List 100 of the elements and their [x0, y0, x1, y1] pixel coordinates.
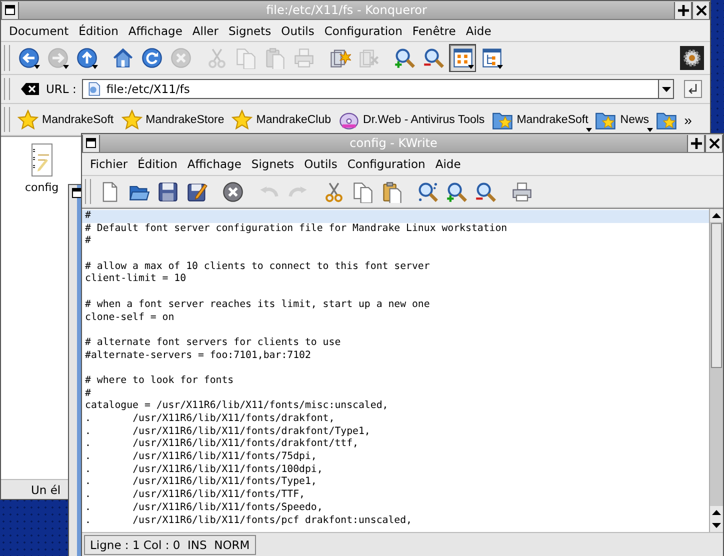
- code-line: . /usr/X11R6/lib/X11/fonts/pcf drakfont:unscaled,: [85, 514, 412, 526]
- window-menu-icon: [86, 138, 96, 148]
- more-bookmarks-button[interactable]: »: [682, 112, 694, 128]
- reload-icon: [140, 47, 162, 69]
- scissors-icon: [322, 180, 344, 202]
- up-arrow-icon[interactable]: [712, 213, 721, 218]
- code-line: # where to look for fonts: [85, 374, 234, 386]
- copy-icon: [234, 47, 256, 69]
- pages-cross-icon: [358, 47, 380, 69]
- url-label: URL :: [46, 82, 76, 96]
- clear-field-icon[interactable]: [20, 82, 40, 96]
- zoom-out-icon: [422, 47, 444, 69]
- scroll-thumb[interactable]: [711, 223, 722, 368]
- maximize-button[interactable]: [687, 134, 705, 152]
- star-icon: [120, 108, 143, 130]
- window-title: config - KWrite: [348, 136, 438, 150]
- close-icon: [696, 4, 706, 16]
- dropdown-caret-icon: [92, 65, 98, 69]
- go-button[interactable]: [684, 80, 702, 98]
- paste-icon: [380, 180, 402, 202]
- maximize-button[interactable]: [674, 2, 692, 18]
- star-icon: [17, 108, 39, 130]
- menu-item[interactable]: Aller: [192, 24, 218, 38]
- stop-icon: [170, 47, 192, 69]
- menu-item[interactable]: Aide: [466, 24, 492, 38]
- code-line: . /usr/X11R6/lib/X11/fonts/100dpi,: [85, 464, 323, 475]
- menu-item[interactable]: Configuration: [347, 157, 426, 171]
- code-line: #: [85, 235, 91, 246]
- dropdown-caret-icon: [497, 65, 503, 69]
- menu-item[interactable]: Affichage: [187, 157, 242, 171]
- menu-item[interactable]: Édition: [78, 24, 118, 38]
- tree-view-icon: [480, 47, 502, 69]
- close-icon: [708, 138, 720, 148]
- code-line: # allow a max of 10 clients to connect to this font server: [85, 260, 430, 272]
- menu-item[interactable]: Affichage: [128, 24, 182, 38]
- window-menu-button[interactable]: [1, 2, 19, 18]
- code-line: . /usr/X11R6/lib/X11/fonts/Type1,: [85, 476, 317, 488]
- toolbar-button[interactable]: [449, 44, 476, 72]
- bookmark-button[interactable]: MandrakeStore: [118, 106, 228, 132]
- zoom-in-icon: [394, 47, 416, 69]
- search-icon: [416, 180, 438, 202]
- status-text: Ligne : 1 Col : 0 INS NORM: [84, 535, 256, 555]
- menu-item[interactable]: Outils: [281, 24, 314, 38]
- code-line: clone-self = on: [85, 312, 174, 322]
- code-line: #: [85, 210, 91, 221]
- window-title: file:/etc/X11/fs - Konqueror: [265, 3, 428, 17]
- scroll-bar[interactable]: [709, 209, 723, 532]
- bookmark-button[interactable]: MandrakeClub: [228, 106, 336, 132]
- menu-item[interactable]: Fichier: [90, 157, 128, 171]
- menu-item[interactable]: Signets: [228, 24, 272, 38]
- copy-icon: [352, 180, 374, 202]
- printer-icon: [292, 47, 314, 69]
- bookmark-button[interactable]: MandrakeSoft: [14, 106, 118, 132]
- plus-icon: [678, 4, 688, 16]
- url-field[interactable]: file:/etc/X11/fs: [82, 79, 674, 99]
- gear-icon: [680, 46, 704, 70]
- code-line: # when a font server reaches its limit, start up a new one: [85, 298, 430, 310]
- window-menu-button[interactable]: [82, 134, 100, 152]
- paste-icon: [264, 47, 286, 69]
- file-name[interactable]: config: [25, 181, 59, 194]
- menu-item[interactable]: Signets: [251, 157, 294, 171]
- menu-item[interactable]: Outils: [304, 157, 338, 171]
- home-icon: [112, 47, 134, 69]
- file-icon: [86, 81, 102, 97]
- code-line: . /usr/X11R6/lib/X11/fonts/TTF,: [85, 489, 305, 500]
- down-arrow-icon[interactable]: [712, 523, 721, 528]
- code-line: #alternate-servers = foo:7101,bar:7102: [85, 350, 311, 361]
- dropdown-caret-icon[interactable]: [662, 86, 670, 92]
- up-arrow-icon[interactable]: [712, 510, 721, 515]
- code-line: . /usr/X11R6/lib/X11/fonts/drakfont/ttf,: [85, 438, 358, 450]
- close-icon: [222, 180, 244, 202]
- bookmark-button[interactable]: MandrakeSoft: [488, 106, 592, 132]
- code-line: catalogue = /usr/X11R6/lib/X11/fonts/misc:unscaled,: [85, 400, 388, 412]
- pages-star-icon: [328, 47, 350, 69]
- code-line: client-limit = 10: [85, 273, 186, 284]
- dropdown-caret-icon: [63, 65, 69, 69]
- code-line: #: [85, 388, 91, 399]
- menu-item[interactable]: Document: [9, 24, 69, 38]
- text-file-icon[interactable]: [28, 143, 55, 177]
- code-line: . /usr/X11R6/lib/X11/fonts/drakfont/Type1,: [85, 426, 370, 437]
- menu-item[interactable]: Configuration: [324, 24, 402, 38]
- dropdown-caret-icon: [34, 65, 40, 69]
- close-button[interactable]: [692, 2, 710, 18]
- bookmark-button[interactable]: Dr.Web - Antivirus Tools: [335, 106, 489, 132]
- scissors-icon: [206, 47, 228, 69]
- menu-item[interactable]: Édition: [138, 157, 178, 171]
- zoom-out-icon: [474, 180, 496, 202]
- window-menu-icon: [5, 5, 15, 15]
- plus-icon: [690, 138, 702, 148]
- zoom-in-icon: [446, 180, 468, 202]
- menu-item[interactable]: Fenêtre: [412, 24, 456, 38]
- menu-item[interactable]: Aide: [435, 157, 461, 171]
- code-line: . /usr/X11R6/lib/X11/fonts/Speedo,: [85, 502, 323, 513]
- code-line: # alternate font servers for clients to use: [85, 336, 341, 348]
- close-button[interactable]: [705, 134, 723, 152]
- code-line: . /usr/X11R6/lib/X11/fonts/75dpi,: [85, 451, 317, 462]
- code-line: # Default font server configuration file for Mandrake Linux workstation: [85, 222, 508, 234]
- window-menu-icon[interactable]: [72, 188, 82, 198]
- bookmark-button[interactable]: News: [592, 106, 654, 132]
- dropdown-caret-icon: [468, 65, 474, 69]
